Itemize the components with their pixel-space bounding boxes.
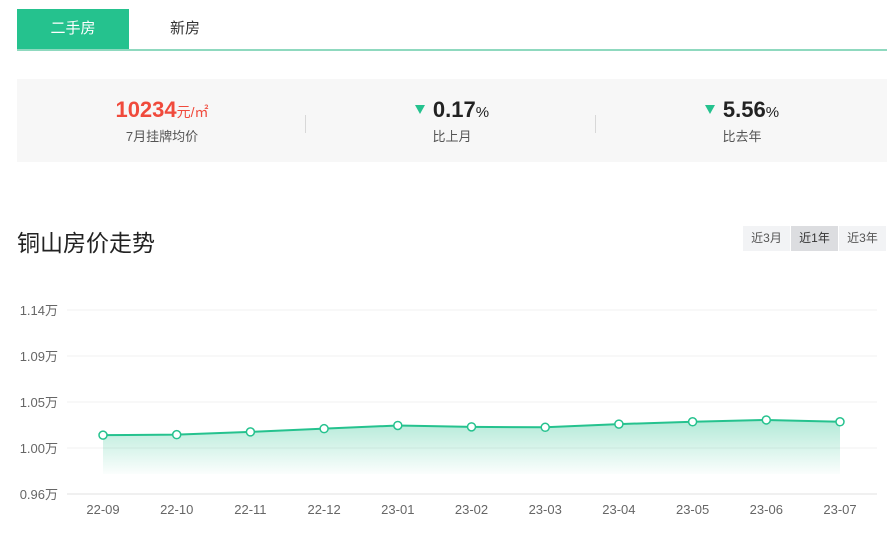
- x-tick-label: 23-02: [455, 502, 488, 517]
- tab-new-house[interactable]: 新房: [129, 9, 241, 49]
- year-change-stat: 5.56% 比去年: [597, 79, 887, 162]
- down-arrow-icon: [414, 105, 425, 114]
- avg-price-stat: 10234元/㎡ 7月挂牌均价: [17, 79, 307, 162]
- stat-divider: [305, 115, 306, 133]
- data-point: [540, 422, 550, 433]
- x-tick-label: 23-04: [602, 502, 635, 517]
- y-tick-label: 0.96万: [20, 487, 58, 502]
- avg-price-label: 7月挂牌均价: [125, 129, 199, 144]
- house-type-tabs: 二手房 新房: [17, 9, 887, 51]
- x-tick-label: 23-07: [823, 502, 856, 517]
- year-change-unit: %: [765, 104, 780, 121]
- year-change-label: 比去年: [722, 129, 762, 144]
- data-point: [687, 417, 698, 427]
- year-change-value: 5.56: [722, 97, 766, 122]
- x-tick-label: 23-03: [529, 502, 562, 517]
- data-point: [614, 419, 624, 429]
- data-point: [319, 423, 329, 434]
- y-tick-label: 1.09万: [20, 349, 58, 364]
- price-trend-chart: 0.96万 1.00万 1.05万 1.09万 1.14万 22-09 22-10 22-1…: [20, 303, 877, 517]
- y-tick-label: 1.05万: [20, 395, 58, 410]
- tab-second-hand[interactable]: 二手房: [17, 9, 129, 49]
- x-tick-label: 23-05: [676, 502, 709, 517]
- x-tick-label: 22-10: [160, 502, 193, 517]
- month-change-label: 比上月: [432, 129, 472, 144]
- data-point: [245, 427, 256, 437]
- x-tick-label: 22-11: [234, 502, 266, 517]
- x-tick-label: 22-12: [307, 502, 340, 517]
- data-point: [466, 422, 477, 432]
- data-point: [761, 415, 772, 425]
- y-tick-label: 1.14万: [20, 303, 58, 318]
- x-tick-label: 22-09: [86, 502, 119, 517]
- range-1-year-button[interactable]: 近1年: [791, 226, 838, 251]
- y-tick-label: 1.00万: [20, 441, 58, 456]
- price-stats-panel: 10234元/㎡ 7月挂牌均价 0.17% 比上月 5.56% 比去年: [17, 79, 887, 162]
- range-3-months-button[interactable]: 近3月: [743, 226, 790, 251]
- stat-divider: [595, 115, 596, 133]
- avg-price-value: 10234: [115, 97, 177, 122]
- avg-price-unit: 元/㎡: [176, 104, 209, 120]
- month-change-unit: %: [475, 104, 490, 121]
- chart-title: 铜山房价走势: [17, 230, 155, 256]
- month-change-stat: 0.17% 比上月: [307, 79, 597, 162]
- down-arrow-icon: [704, 105, 715, 114]
- data-point: [835, 417, 845, 427]
- data-point: [171, 429, 182, 440]
- x-tick-label: 23-01: [381, 502, 414, 517]
- data-point: [98, 430, 108, 440]
- data-point: [393, 420, 403, 431]
- month-change-value: 0.17: [432, 97, 476, 122]
- x-tick-label: 23-06: [750, 502, 783, 517]
- range-3-years-button[interactable]: 近3年: [839, 226, 886, 251]
